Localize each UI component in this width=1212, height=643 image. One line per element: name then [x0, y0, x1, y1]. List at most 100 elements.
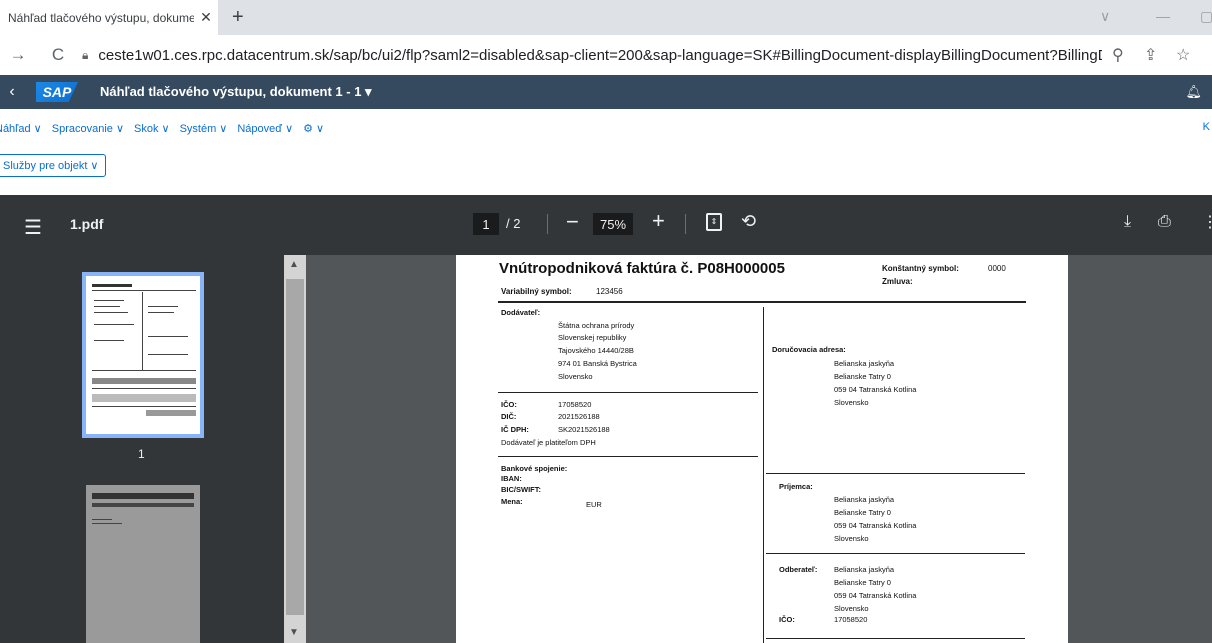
bank-label: Bankové spojenie: [501, 464, 568, 473]
lock-icon: 🔒︎ [82, 47, 89, 62]
browser-tab[interactable]: Náhľad tlačového výstupu, dokume ✕ [0, 0, 218, 35]
section-divider [766, 553, 1025, 554]
services-toolbar: Služby pre objekt ∨ [0, 147, 1212, 195]
icdph-label: IČ DPH: [501, 425, 529, 434]
back-icon[interactable]: ‹ [0, 83, 24, 101]
reload-icon[interactable]: C [46, 45, 70, 65]
pdf-viewer: Vnútropodniková faktúra č. P08H000005 Ko… [306, 255, 1212, 643]
supplier-label: Dodávateľ: [501, 308, 541, 317]
customer-label: Odberateľ: [779, 565, 818, 574]
zoom-in-icon[interactable]: + [652, 208, 665, 234]
recipient-line: Slovensko [834, 534, 869, 543]
variable-symbol-value: 123456 [596, 287, 623, 296]
menu-spracovanie[interactable]: Spracovanie ∨ [52, 122, 124, 135]
section-divider [498, 392, 758, 393]
column-divider [763, 307, 764, 643]
page-total: / 2 [506, 216, 521, 231]
section-divider [766, 638, 1025, 639]
services-for-object-button[interactable]: Služby pre objekt ∨ [0, 154, 106, 177]
recipient-label: Príjemca: [779, 482, 813, 491]
toolbar-divider [685, 214, 686, 234]
share-icon[interactable]: ⇪ [1144, 45, 1157, 65]
page-thumbnail-2[interactable] [86, 485, 200, 643]
delivery-line: Slovensko [834, 398, 869, 407]
recipient-line: Belianska jaskyňa [834, 495, 895, 504]
customer-line: Slovensko [834, 604, 869, 613]
zoom-icon[interactable]: ⚲ [1112, 45, 1124, 65]
forward-icon[interactable]: → [6, 45, 30, 65]
customer-ico-value: 17058520 [834, 615, 868, 624]
bookmark-star-icon[interactable]: ☆ [1176, 45, 1190, 65]
dic-label: DIČ: [501, 412, 517, 421]
delivery-line: 059 04 Tatranská Kotlina [834, 385, 917, 394]
scroll-down-icon[interactable]: ▼ [289, 627, 299, 638]
page-number-input[interactable]: 1 [473, 213, 499, 235]
zoom-level-input[interactable]: 75% [593, 213, 633, 235]
variable-symbol-label: Variabilný symbol: [501, 287, 572, 296]
sap-shell-bar: ‹ SAP Náhľad tlačového výstupu, dokument… [0, 75, 1212, 109]
maximize-icon[interactable]: ▢ [1200, 8, 1212, 25]
tab-close-icon[interactable]: ✕ [194, 9, 218, 26]
notification-bell-icon[interactable]: 🔔︎ [1185, 84, 1202, 100]
app-title[interactable]: Náhľad tlačového výstupu, dokument 1 - 1… [100, 84, 372, 100]
menu-skok[interactable]: Skok ∨ [134, 122, 170, 135]
menu-napoved[interactable]: Nápoveď ∨ [237, 122, 293, 135]
dic-value: 2021526188 [558, 412, 600, 421]
url-text: ceste1w01.ces.rpc.datacentrum.sk/sap/bc/… [98, 46, 1102, 64]
icdph-value: SK2021526188 [558, 425, 610, 434]
section-divider [766, 473, 1025, 474]
currency-label: Mena: [501, 497, 523, 506]
contract-label: Zmluva: [882, 277, 913, 286]
iban-label: IBAN: [501, 474, 522, 483]
vat-payer-note: Dodávateľ je platiteľom DPH [501, 438, 596, 447]
constant-symbol-label: Konštantný symbol: [882, 264, 959, 273]
rotate-icon[interactable]: ⟲ [741, 211, 756, 232]
supplier-line: 974 01 Banská Bystrica [558, 359, 637, 368]
thumbnail-scrollbar[interactable]: ▲ ▼ [284, 255, 306, 643]
constant-symbol-value: 0000 [988, 264, 1006, 273]
menu-right-item[interactable]: K [1203, 121, 1210, 133]
fit-to-page-icon[interactable]: ⇕ [706, 213, 722, 231]
ico-value: 17058520 [558, 400, 592, 409]
section-divider [498, 456, 758, 457]
settings-menu-icon[interactable]: ⚙ ∨ [303, 122, 324, 135]
minimize-icon[interactable]: — [1156, 8, 1170, 24]
customer-line: Belianska jaskyňa [834, 565, 895, 574]
pdf-toolbar: ☰ 1.pdf 1 / 2 − 75% + ⇕ ⟲ ⤓ ⎙ ⋮ [0, 195, 1212, 255]
more-options-icon[interactable]: ⋮ [1202, 212, 1212, 232]
sap-logo[interactable]: SAP [36, 82, 78, 102]
delivery-address-label: Doručovacia adresa: [772, 345, 846, 354]
scrollbar-thumb[interactable] [286, 279, 304, 615]
currency-value: EUR [586, 500, 602, 509]
supplier-line: Štátna ochrana prírody [558, 321, 635, 330]
address-bar: → C 🔒︎ ceste1w01.ces.rpc.datacentrum.sk/… [0, 35, 1212, 75]
customer-line: 059 04 Tatranská Kotlina [834, 591, 917, 600]
zoom-out-icon[interactable]: − [566, 209, 579, 235]
print-icon[interactable]: ⎙ [1158, 213, 1171, 231]
tab-title: Náhľad tlačového výstupu, dokume [8, 10, 194, 25]
pdf-file-name: 1.pdf [70, 216, 104, 232]
ico-label: IČO: [501, 400, 517, 409]
scroll-up-icon[interactable]: ▲ [289, 259, 299, 270]
pdf-page: Vnútropodniková faktúra č. P08H000005 Ko… [456, 255, 1068, 643]
customer-ico-label: IČO: [779, 615, 795, 624]
header-divider [498, 301, 1026, 303]
delivery-line: Belianske Tatry 0 [834, 372, 891, 381]
recipient-line: 059 04 Tatranská Kotlina [834, 521, 917, 530]
supplier-line: Slovenskej republiky [558, 333, 627, 342]
thumbnail-page-number: 1 [138, 447, 145, 461]
page-thumbnail-1[interactable] [82, 272, 204, 438]
menu-nahlad[interactable]: Náhľad ∨ [0, 122, 42, 135]
hamburger-menu-icon[interactable]: ☰ [24, 215, 42, 240]
delivery-line: Belianska jaskyňa [834, 359, 895, 368]
menu-system[interactable]: Systém ∨ [180, 122, 228, 135]
new-tab-button[interactable]: + [232, 6, 244, 29]
url-field[interactable]: 🔒︎ ceste1w01.ces.rpc.datacentrum.sk/sap/… [82, 39, 1102, 71]
supplier-line: Slovensko [558, 372, 593, 381]
tab-search-icon[interactable]: ∨ [1100, 8, 1110, 25]
download-icon[interactable]: ⤓ [1124, 213, 1131, 231]
bic-label: BIC/SWIFT: [501, 485, 541, 494]
recipient-line: Belianske Tatry 0 [834, 508, 891, 517]
thumbnail-sidebar: 1 ▲ ▼ [0, 255, 306, 643]
invoice-title: Vnútropodniková faktúra č. P08H000005 [499, 260, 785, 277]
